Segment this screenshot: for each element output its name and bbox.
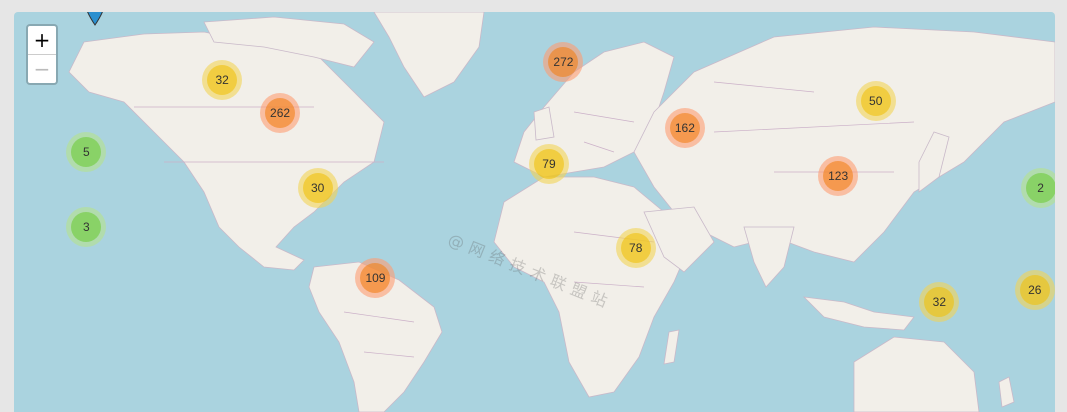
marker-cluster[interactable]: 262 bbox=[260, 93, 301, 133]
cluster-count: 50 bbox=[860, 86, 891, 116]
basemap bbox=[68, 12, 1055, 412]
cluster-count: 2 bbox=[1025, 173, 1055, 203]
cluster-count: 123 bbox=[823, 161, 854, 191]
zoom-control: + − bbox=[26, 24, 58, 85]
cluster-count: 162 bbox=[669, 113, 700, 143]
landmass-madagascar bbox=[663, 329, 680, 365]
cluster-count: 30 bbox=[302, 173, 333, 203]
marker-cluster[interactable]: 123 bbox=[818, 156, 859, 196]
marker-cluster[interactable]: 3 bbox=[66, 207, 107, 247]
cluster-count: 109 bbox=[360, 263, 391, 293]
landmass-australia bbox=[853, 336, 980, 412]
cluster-count: 32 bbox=[207, 65, 238, 95]
cluster-count: 272 bbox=[548, 47, 579, 77]
cluster-count: 5 bbox=[71, 137, 102, 167]
landmass-indonesia bbox=[802, 296, 915, 331]
marker-cluster[interactable]: 162 bbox=[664, 108, 705, 148]
marker-cluster[interactable]: 78 bbox=[615, 228, 656, 268]
marker-cluster[interactable]: 5 bbox=[66, 132, 107, 172]
marker-cluster[interactable]: 30 bbox=[297, 168, 338, 208]
cluster-count: 78 bbox=[620, 233, 651, 263]
landmass-new-zealand bbox=[998, 376, 1015, 408]
cluster-count: 79 bbox=[533, 149, 564, 179]
landmass-india bbox=[743, 226, 795, 288]
cluster-count: 32 bbox=[924, 287, 955, 317]
cluster-count: 262 bbox=[265, 98, 296, 128]
map-view[interactable]: + − 32262533010927279162785012323226LK @… bbox=[14, 12, 1055, 412]
cluster-count: 26 bbox=[1019, 275, 1050, 305]
zoom-in-button[interactable]: + bbox=[28, 26, 56, 54]
marker-cluster[interactable]: 79 bbox=[528, 144, 569, 184]
marker-cluster[interactable]: 26 bbox=[1014, 270, 1055, 310]
landmass-greenland bbox=[373, 12, 485, 98]
map-pin-icon[interactable]: L bbox=[85, 12, 105, 26]
marker-cluster[interactable]: 32 bbox=[202, 60, 243, 100]
zoom-out-button[interactable]: − bbox=[28, 54, 56, 83]
cluster-count: 3 bbox=[71, 212, 102, 242]
marker-cluster[interactable]: 50 bbox=[855, 81, 896, 121]
